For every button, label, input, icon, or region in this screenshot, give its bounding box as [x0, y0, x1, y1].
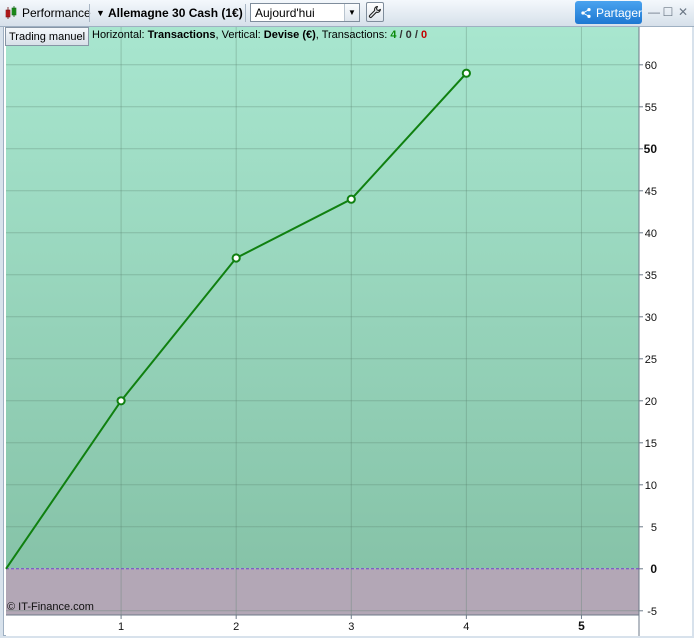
vertical-prefix: , Vertical: — [215, 29, 264, 41]
tx-separator: / — [396, 29, 406, 41]
y-tick-label: 35 — [645, 270, 657, 282]
copyright-text: © IT-Finance.com — [7, 601, 94, 613]
y-tick-label: 20 — [645, 396, 657, 408]
tx-separator: / — [411, 29, 421, 41]
y-tick-label: 25 — [645, 354, 657, 366]
loss-zone — [6, 568, 639, 615]
data-point[interactable] — [346, 194, 356, 204]
performance-chart[interactable]: -50510152025303540455055601 2 3 4 5 — [0, 0, 694, 638]
data-point[interactable] — [116, 396, 126, 406]
transactions-prefix: , Transactions: — [315, 29, 391, 41]
x-tick-label: 2 — [233, 621, 239, 633]
y-tick-label: -5 — [647, 606, 657, 618]
x-axis-panel — [6, 615, 639, 636]
y-tick-label: 50 — [644, 142, 658, 156]
horizontal-value: Transactions — [147, 29, 216, 41]
y-tick-label: 45 — [645, 186, 657, 198]
gain-zone — [6, 27, 639, 569]
y-tick-label: 30 — [645, 312, 657, 324]
x-tick-label: 1 — [118, 621, 124, 633]
chart-info-line: Horizontal: Transactions, Vertical: Devi… — [92, 29, 427, 41]
y-axis-panel — [639, 27, 692, 636]
y-tick-label: 40 — [645, 228, 657, 240]
x-tick-label: 5 — [578, 619, 585, 633]
horizontal-prefix: Horizontal: — [92, 29, 148, 41]
y-tick-label: 15 — [645, 438, 657, 450]
vertical-value: Devise (€) — [263, 29, 316, 41]
y-tick-label: 0 — [650, 562, 657, 576]
x-tick-label: 3 — [348, 621, 354, 633]
x-tick-label: 4 — [463, 621, 469, 633]
y-tick-label: 5 — [651, 522, 657, 534]
y-tick-label: 60 — [645, 60, 657, 72]
y-tick-label: 10 — [645, 480, 657, 492]
tx-loss-count: 0 — [420, 29, 428, 41]
y-tick-label: 55 — [645, 102, 657, 114]
trading-manual-button[interactable]: Trading manuel — [5, 27, 89, 46]
data-point[interactable] — [461, 68, 471, 78]
data-point[interactable] — [231, 253, 241, 263]
